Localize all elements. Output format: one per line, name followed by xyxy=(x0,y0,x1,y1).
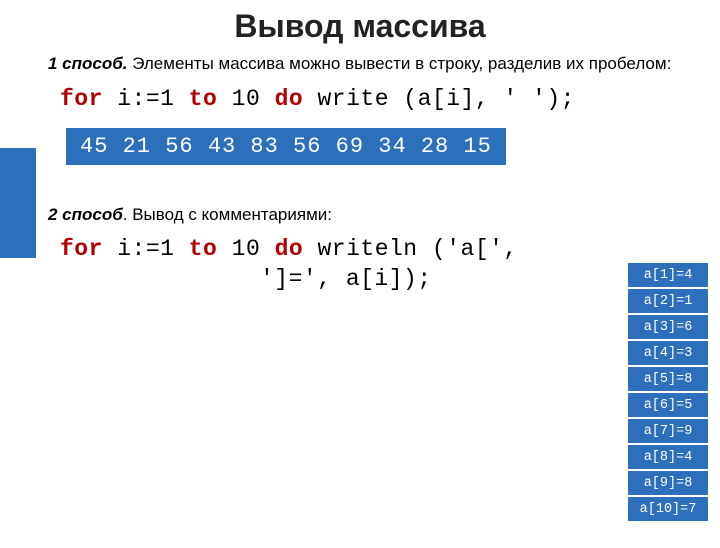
output-cell: a[4]=3 xyxy=(628,341,708,365)
code-seg: i:=1 xyxy=(103,86,189,112)
code-seg: writeln ('a[', xyxy=(303,236,518,262)
output-cell: a[7]=9 xyxy=(628,419,708,443)
output-cell: a[3]=6 xyxy=(628,315,708,339)
method1-description: 1 способ. Элементы массива можно вывести… xyxy=(48,53,696,76)
method2-label: 2 способ xyxy=(48,205,123,224)
keyword-to: to xyxy=(189,86,218,112)
code-seg: write (a[i], ' '); xyxy=(303,86,575,112)
keyword-for: for xyxy=(60,86,103,112)
code-seg: 10 xyxy=(217,86,274,112)
code-line-2a: for i:=1 to 10 do writeln ('a[', xyxy=(60,235,696,265)
output-cell: a[10]=7 xyxy=(628,497,708,521)
output-cell: a[1]=4 xyxy=(628,263,708,287)
output-cell: a[5]=8 xyxy=(628,367,708,391)
code-block-2: for i:=1 to 10 do writeln ('a[', ']=', a… xyxy=(60,235,696,295)
method1-label: 1 способ. xyxy=(48,54,128,73)
output-cell: a[8]=4 xyxy=(628,445,708,469)
method2-text: . Вывод с комментариями: xyxy=(123,205,332,224)
indexed-output-column: a[1]=4 a[2]=1 a[3]=6 a[4]=3 a[5]=8 a[6]=… xyxy=(628,263,708,523)
output-cell: a[9]=8 xyxy=(628,471,708,495)
code-line-1: for i:=1 to 10 do write (a[i], ' '); xyxy=(60,86,696,112)
output-cell: a[2]=1 xyxy=(628,289,708,313)
code-seg: 10 xyxy=(217,236,274,262)
keyword-do: do xyxy=(275,236,304,262)
method2-description: 2 способ. Вывод с комментариями: xyxy=(48,205,696,225)
content-area: 1 способ. Элементы массива можно вывести… xyxy=(0,45,720,295)
code-seg: i:=1 xyxy=(103,236,189,262)
code-line-2b: ']=', a[i]); xyxy=(60,265,696,295)
keyword-for: for xyxy=(60,236,103,262)
method1-text: Элементы массива можно вывести в строку,… xyxy=(128,54,672,73)
keyword-do: do xyxy=(275,86,304,112)
output-row-values: 45 21 56 43 83 56 69 34 28 15 xyxy=(66,128,506,165)
decorative-side-tab xyxy=(0,148,36,258)
page-title: Вывод массива xyxy=(0,8,720,45)
output-cell: a[6]=5 xyxy=(628,393,708,417)
keyword-to: to xyxy=(189,236,218,262)
